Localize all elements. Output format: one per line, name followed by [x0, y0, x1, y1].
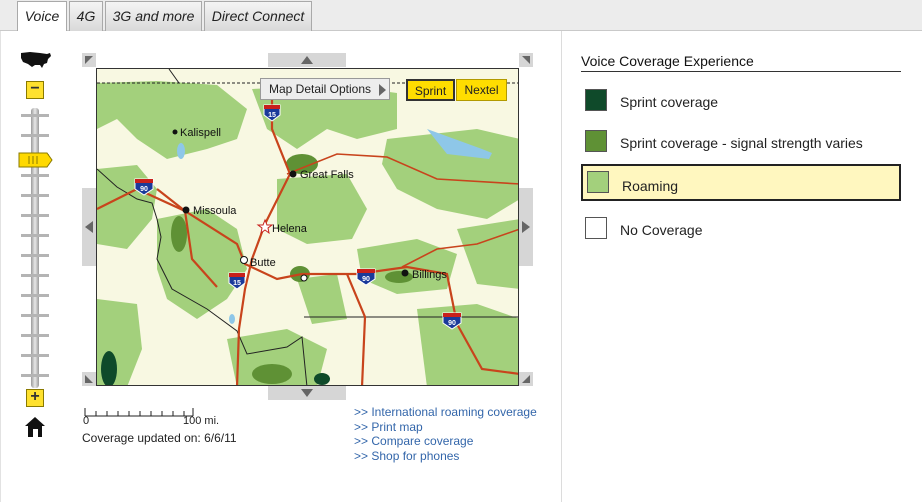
pan-left-button[interactable] — [82, 188, 96, 266]
pan-down-left-button[interactable] — [82, 372, 96, 386]
city-dot-butte[interactable] — [240, 256, 248, 264]
legend-label: No Coverage — [620, 222, 703, 238]
zoom-tick — [21, 174, 49, 177]
city-label-billings: Billings — [412, 269, 447, 281]
legend-swatch-no-coverage — [585, 217, 607, 239]
city-label-helena: Helena — [272, 223, 308, 235]
zoom-out-button[interactable]: − — [26, 81, 44, 99]
city-dot-kalispell[interactable] — [172, 129, 178, 135]
zoom-tick — [21, 234, 49, 237]
pan-down-right-button[interactable] — [519, 372, 533, 386]
legend-label: Roaming — [622, 178, 679, 194]
legend-swatch-sprint-coverage — [585, 89, 607, 111]
zoom-tick — [21, 374, 49, 377]
zoom-tick — [21, 194, 49, 197]
zoom-slider-handle[interactable] — [17, 149, 53, 171]
shop-for-phones-link[interactable]: >> Shop for phones — [354, 449, 537, 464]
zoom-tick — [21, 254, 49, 257]
city-label-great-falls: Great Falls — [300, 169, 354, 181]
map-links: >> International roaming coverage >> Pri… — [354, 405, 537, 463]
city-label-kalispell: Kalispell — [180, 127, 221, 139]
tab-voice[interactable]: Voice — [17, 1, 67, 32]
city-dot-billings[interactable] — [401, 269, 409, 277]
legend-item-roaming[interactable]: Roaming — [581, 164, 901, 201]
zoom-tick — [21, 334, 49, 337]
home-icon[interactable] — [24, 416, 46, 438]
legend-item-sprint-coverage[interactable]: Sprint coverage — [581, 84, 901, 120]
legend-swatch-roaming — [587, 171, 609, 193]
pan-up-left-button[interactable] — [82, 53, 96, 67]
i90-label-west: 90 — [140, 186, 148, 193]
print-map-link[interactable]: >> Print map — [354, 420, 537, 435]
zoom-tick — [21, 134, 49, 137]
legend-item-sprint-coverage-varies[interactable]: Sprint coverage - signal strength varies — [581, 125, 901, 161]
chevron-right-icon — [379, 84, 386, 96]
tab-4g[interactable]: 4G — [69, 1, 103, 31]
scale-bar-ruler — [84, 408, 194, 417]
tab-3g-and-more[interactable]: 3G and more — [105, 1, 202, 31]
legend-swatch-sprint-coverage-varies — [585, 130, 607, 152]
pan-down-button[interactable] — [268, 386, 346, 400]
zoom-tick — [21, 294, 49, 297]
zoom-tick — [21, 114, 49, 117]
i15-label-north: 15 — [268, 112, 276, 119]
pan-right-button[interactable] — [519, 188, 533, 266]
i15-label-south: 15 — [233, 280, 241, 287]
zoom-tick — [21, 314, 49, 317]
map-detail-options-label: Map Detail Options — [268, 82, 372, 96]
scale-end: 100 mi. — [183, 415, 219, 427]
city-label-missoula: Missoula — [193, 205, 237, 217]
usa-map-icon[interactable] — [20, 50, 52, 70]
i90-label-central: 90 — [362, 276, 370, 283]
coverage-updated-text: Coverage updated on: 6/6/11 — [82, 431, 237, 445]
i90-label-east: 90 — [448, 320, 456, 327]
zoom-tick — [21, 214, 49, 217]
legend-divider — [581, 71, 901, 72]
international-roaming-link[interactable]: >> International roaming coverage — [354, 405, 537, 420]
scale-end-label: 100 — [183, 415, 202, 427]
zoom-tick — [21, 274, 49, 277]
city-label-butte: Butte — [250, 257, 276, 269]
map-detail-options-button[interactable]: Map Detail Options — [260, 78, 390, 100]
city-dot-great-falls[interactable] — [289, 170, 297, 178]
coverage-map[interactable]: 15 90 15 90 90 Kalispell Great Falls Mis… — [96, 68, 519, 386]
nextel-toggle-button[interactable]: Nextel — [456, 79, 507, 101]
tab-bar: Voice 4G 3G and more Direct Connect — [0, 0, 922, 32]
legend-title: Voice Coverage Experience — [581, 53, 754, 69]
zoom-in-button[interactable]: + — [26, 389, 44, 407]
pan-up-button[interactable] — [268, 53, 346, 67]
map-canvas: 15 90 15 90 90 Kalispell Great Falls Mis… — [97, 69, 518, 385]
zoom-tick — [21, 354, 49, 357]
compare-coverage-link[interactable]: >> Compare coverage — [354, 434, 537, 449]
pan-up-right-button[interactable] — [519, 53, 533, 67]
legend-label: Sprint coverage — [620, 94, 719, 110]
city-dot-bozeman[interactable] — [300, 274, 308, 282]
city-dot-missoula[interactable] — [182, 206, 190, 214]
sprint-toggle-button[interactable]: Sprint — [406, 79, 455, 101]
legend-item-no-coverage[interactable]: No Coverage — [581, 212, 901, 248]
scale-unit-label: mi. — [204, 415, 220, 427]
scale-bar: 0 100 mi. — [82, 405, 219, 427]
legend-label: Sprint coverage - signal strength varies — [620, 135, 863, 151]
scale-start-label: 0 — [83, 415, 90, 427]
tab-direct-connect[interactable]: Direct Connect — [204, 1, 312, 31]
